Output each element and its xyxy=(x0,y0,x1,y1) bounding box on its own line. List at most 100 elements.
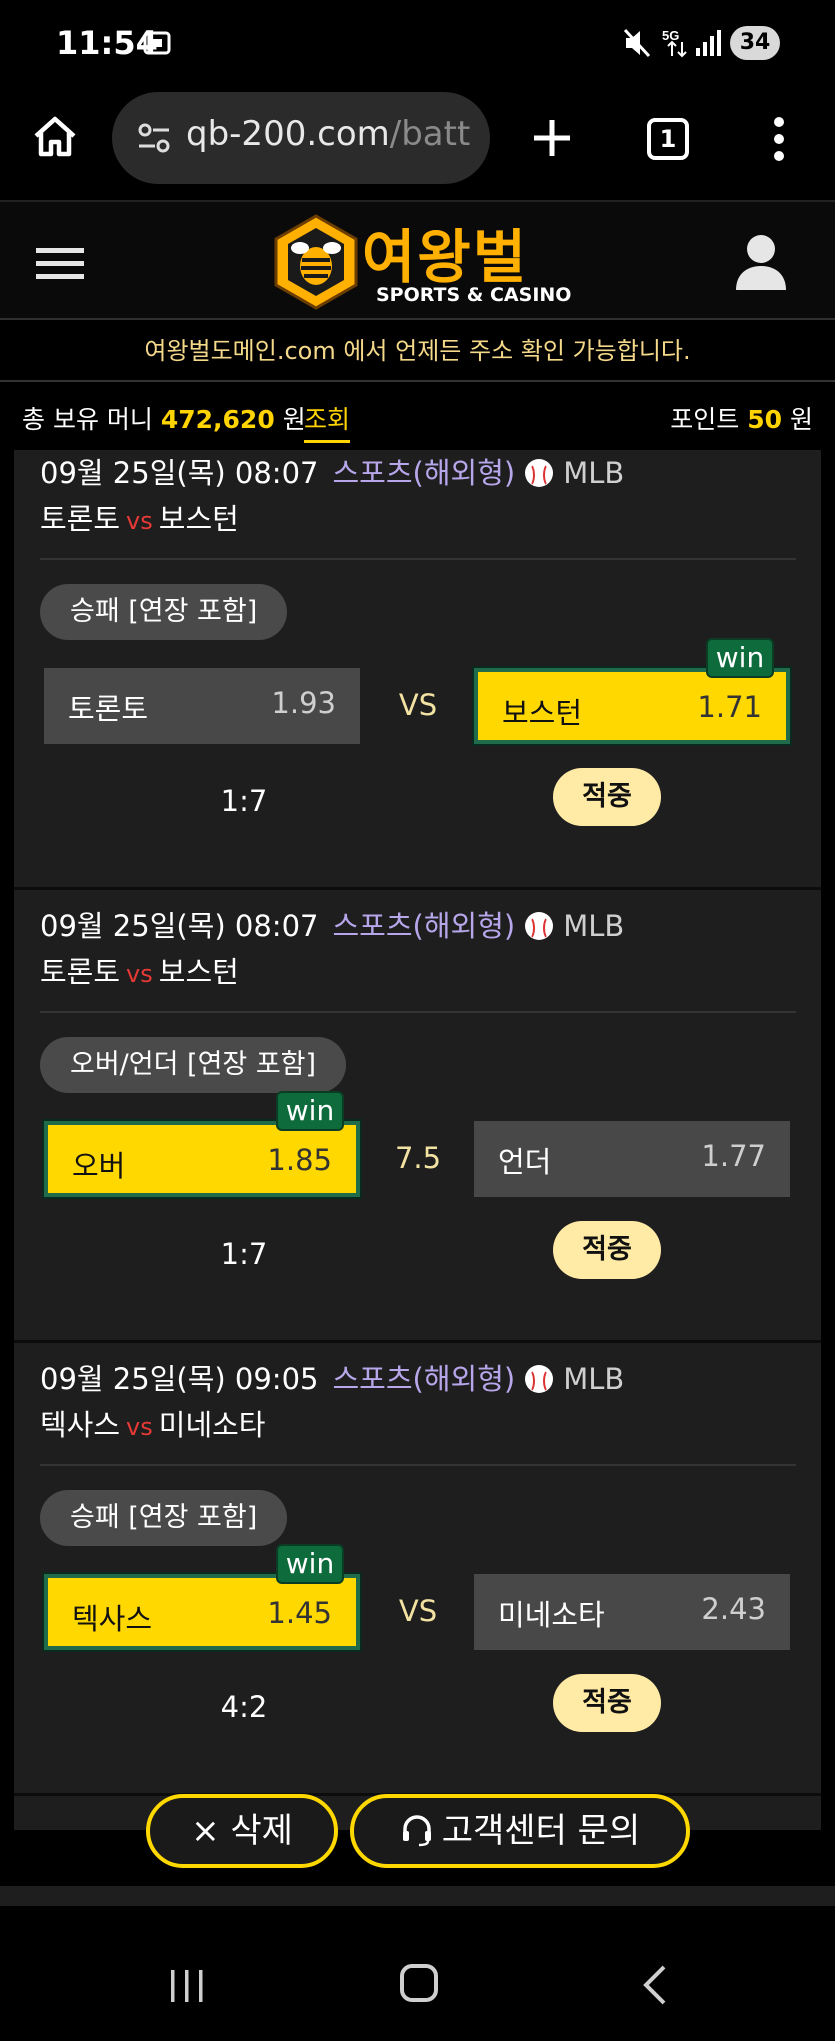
logo-subtitle: SPORTS & CASINO xyxy=(376,284,572,306)
mute-icon xyxy=(623,28,651,58)
support-label: 고객센터 문의 xyxy=(441,1811,641,1851)
nav-home-icon[interactable] xyxy=(400,1964,438,2002)
odds-option-right: win 보스턴 1.71 xyxy=(472,638,792,746)
final-score: 1:7 xyxy=(220,784,268,818)
url-path: /batt xyxy=(389,114,471,154)
site-header: 여왕벌 SPORTS & CASINO xyxy=(0,200,835,320)
balance-check-button[interactable]: 조회 xyxy=(304,400,351,443)
points-unit: 원 xyxy=(789,405,813,434)
market-label: 승패 [연장 포함] xyxy=(40,1490,288,1546)
option-label: 미네소타 xyxy=(498,1598,605,1632)
bet-meta: 09월 25일(목) 08:07 스포츠(해외형) MLB xyxy=(40,903,624,945)
tabs-button[interactable]: 1 xyxy=(647,118,689,160)
svg-text:5G: 5G xyxy=(662,28,679,43)
plus-icon[interactable] xyxy=(528,114,576,162)
bet-teams: 텍사스 vs 미네소타 xyxy=(40,1402,266,1444)
home-team: 텍사스 xyxy=(40,1408,121,1442)
baseball-icon xyxy=(525,912,554,940)
support-button[interactable]: 고객센터 문의 xyxy=(350,1794,690,1868)
menu-icon[interactable] xyxy=(36,246,84,282)
bet-history-list: 09월 25일(목) 08:07 스포츠(해외형) MLB 토론토 vs 보스턴 승패 … xyxy=(14,450,821,1830)
5g-icon: 5G xyxy=(662,28,687,58)
points-amount: 50 xyxy=(747,405,783,434)
bet-teams: 토론토 vs 보스턴 xyxy=(40,496,239,538)
bet-type: 스포츠(해외형) xyxy=(332,1362,516,1396)
middle-label: VS xyxy=(398,688,438,722)
win-tag: win xyxy=(276,1091,344,1131)
points-label: 포인트 xyxy=(670,405,740,434)
odds-option-left: 토론토 1.93 xyxy=(44,668,360,744)
nav-back-icon[interactable] xyxy=(640,1964,670,2006)
bet-type: 스포츠(해외형) xyxy=(332,456,516,490)
status-bar: 11:54 5G 34 xyxy=(0,0,835,88)
action-bar: × 삭제 고객센터 문의 xyxy=(0,1790,835,1886)
bet-datetime: 09월 25일(목) 08:07 xyxy=(40,456,319,490)
option-odds: 1.77 xyxy=(701,1139,766,1173)
battery-indicator: 34 xyxy=(730,26,780,60)
url-text[interactable]: qb-200.com/batt xyxy=(186,114,478,154)
option-label: 보스턴 xyxy=(502,696,583,730)
option-odds: 1.85 xyxy=(267,1143,332,1177)
result-badge: 적중 xyxy=(553,768,661,826)
site-logo[interactable]: 여왕벌 SPORTS & CASINO xyxy=(272,212,572,312)
balance-info: 총 보유 머니 472,620 원 xyxy=(22,400,306,436)
balance-unit: 원 xyxy=(282,405,306,434)
bet-meta: 09월 25일(목) 09:05 스포츠(해외형) MLB xyxy=(40,1356,624,1398)
bet-datetime: 09월 25일(목) 09:05 xyxy=(40,1362,319,1396)
bet-card: 09월 25일(목) 09:05 스포츠(해외형) MLB 텍사스 vs 미네소타 승패… xyxy=(14,1344,821,1796)
delete-button[interactable]: × 삭제 xyxy=(146,1794,338,1868)
option-label: 오버 xyxy=(72,1149,126,1183)
vs-label: vs xyxy=(126,507,153,535)
middle-label: 7.5 xyxy=(394,1141,442,1175)
odds-option-left: win 텍사스 1.45 xyxy=(42,1544,362,1652)
bet-league: MLB xyxy=(563,1362,625,1396)
more-vert-icon[interactable] xyxy=(765,114,793,164)
away-team: 보스턴 xyxy=(158,502,239,536)
odds-option-right: 미네소타 2.43 xyxy=(474,1574,790,1650)
domain-notice: 여왕벌도메인.com 에서 언제든 주소 확인 가능합니다. xyxy=(0,322,835,382)
bet-type: 스포츠(해외형) xyxy=(332,909,516,943)
option-label: 언더 xyxy=(498,1145,552,1179)
bee-logo-icon xyxy=(274,214,358,310)
divider xyxy=(40,1011,796,1013)
option-label: 텍사스 xyxy=(72,1602,153,1636)
url-host: qb-200.com xyxy=(186,114,390,154)
system-nav-bar xyxy=(0,1930,835,2041)
user-icon[interactable] xyxy=(734,232,788,292)
browser-toolbar: qb-200.com/batt 1 xyxy=(0,88,835,200)
market-label: 오버/언더 [연장 포함] xyxy=(40,1037,347,1093)
divider xyxy=(40,558,796,560)
home-icon[interactable] xyxy=(30,112,80,162)
bet-teams: 토론토 vs 보스턴 xyxy=(40,949,239,991)
away-team: 보스턴 xyxy=(158,955,239,989)
market-label: 승패 [연장 포함] xyxy=(40,584,288,640)
address-bar[interactable]: qb-200.com/batt xyxy=(112,92,490,184)
tune-icon[interactable] xyxy=(136,120,172,156)
divider xyxy=(40,1464,796,1466)
baseball-icon xyxy=(525,459,554,487)
vs-label: vs xyxy=(126,1413,153,1441)
odds-option-left: win 오버 1.85 xyxy=(42,1091,362,1199)
option-odds: 1.45 xyxy=(267,1596,332,1630)
middle-label: VS xyxy=(398,1594,438,1628)
screenshot-icon xyxy=(143,31,171,55)
balance-amount: 472,620 xyxy=(160,405,275,434)
bet-datetime: 09월 25일(목) 08:07 xyxy=(40,909,319,943)
win-tag: win xyxy=(276,1544,344,1584)
bet-card: 09월 25일(목) 08:07 스포츠(해외형) MLB 토론토 vs 보스턴 오버/… xyxy=(14,891,821,1343)
odds-option-right: 언더 1.77 xyxy=(474,1121,790,1197)
bet-card: 09월 25일(목) 08:07 스포츠(해외형) MLB 토론토 vs 보스턴 승패 … xyxy=(14,450,821,890)
nav-recents-icon[interactable] xyxy=(168,1966,208,2006)
page-footer xyxy=(0,1886,835,1906)
vs-label: vs xyxy=(126,960,153,988)
bet-league: MLB xyxy=(563,909,625,943)
away-team: 미네소타 xyxy=(158,1408,266,1442)
option-odds: 1.71 xyxy=(697,690,762,724)
points-info: 포인트 50 원 xyxy=(670,400,813,436)
balance-label: 총 보유 머니 xyxy=(22,405,153,434)
home-team: 토론토 xyxy=(40,502,121,536)
signal-icon xyxy=(696,30,721,56)
final-score: 1:7 xyxy=(220,1237,268,1271)
headset-icon xyxy=(402,1815,431,1847)
option-label: 토론토 xyxy=(68,692,149,726)
